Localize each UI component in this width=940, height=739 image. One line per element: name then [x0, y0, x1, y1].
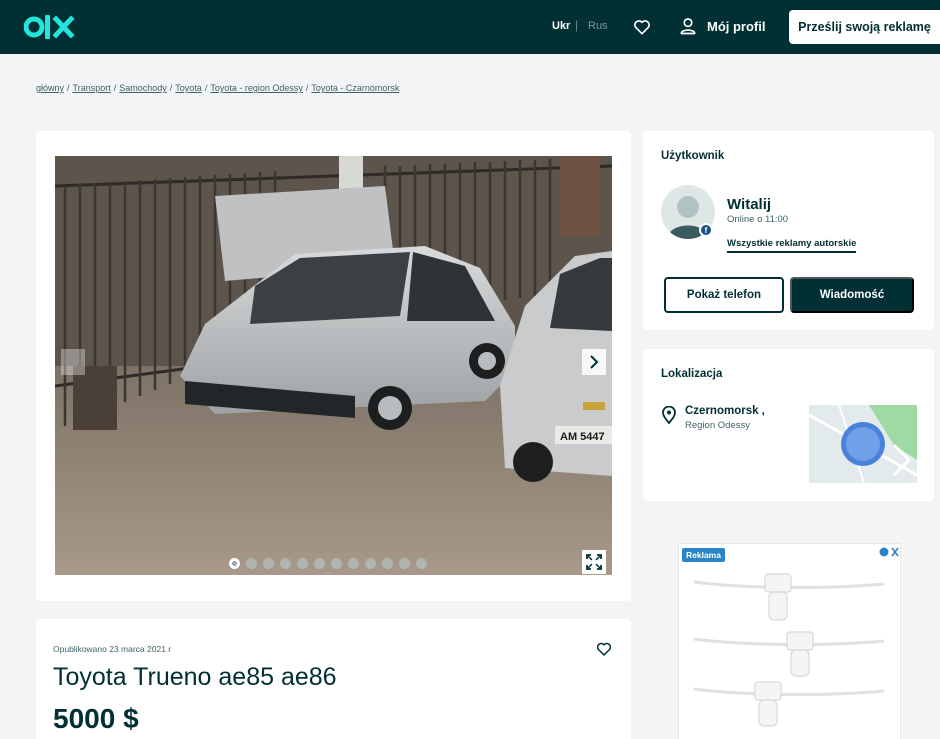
car-photo-illustration: AM 5447: [55, 156, 612, 575]
location-city: Czernomorsk ,: [685, 405, 765, 417]
top-header: Ukr | Rus Mój profil Prześlij swoją rekl…: [0, 0, 940, 54]
all-user-ads-link[interactable]: Wszystkie reklamy autorskie: [727, 238, 857, 253]
breadcrumb: główny / Transport / Samochody / Toyota / Toyota…: [36, 83, 400, 93]
fullscreen-icon: [586, 554, 602, 570]
listing-title: Toyota Trueno ae85 ae86: [53, 663, 337, 691]
gallery-prev-button[interactable]: [61, 349, 85, 375]
message-button[interactable]: Wiadomość: [790, 277, 914, 313]
lang-separator: |: [575, 18, 579, 32]
listing-price: 5000 $: [53, 703, 139, 734]
location-pin-icon: [662, 406, 676, 424]
ad-info-close-icon[interactable]: [879, 546, 899, 558]
olx-logo[interactable]: [24, 12, 80, 42]
breadcrumb-toyota[interactable]: Toyota: [175, 83, 202, 93]
user-section-title: Użytkownik: [661, 150, 725, 162]
gallery-dot[interactable]: [365, 558, 376, 569]
location-region: Region Odessy: [685, 420, 750, 431]
gallery-dot[interactable]: [314, 558, 325, 569]
gallery-dot[interactable]: [263, 558, 274, 569]
fullscreen-button[interactable]: [582, 550, 606, 574]
heart-icon[interactable]: [595, 640, 613, 658]
user-name: Witalij: [727, 196, 772, 213]
breadcrumb-toyota-city[interactable]: Toyota - Czarnomorsk: [311, 83, 399, 93]
gallery-card: AM 5447: [36, 131, 631, 601]
location-section-title: Lokalizacja: [661, 368, 723, 380]
location-map[interactable]: [809, 405, 917, 483]
breadcrumb-transport[interactable]: Transport: [73, 83, 111, 93]
gallery-dot[interactable]: [246, 558, 257, 569]
gallery-dot[interactable]: [382, 558, 393, 569]
post-ad-button[interactable]: Prześlij swoją reklamę: [789, 10, 940, 44]
gallery-dot[interactable]: [297, 558, 308, 569]
license-plate: AM 5447: [560, 431, 605, 443]
gallery-dot[interactable]: [348, 558, 359, 569]
location-card: Lokalizacja Czernomorsk , Region Odessy: [643, 349, 934, 501]
listing-photo[interactable]: AM 5447: [55, 156, 612, 575]
chevron-left-icon: [68, 355, 77, 369]
user-card: Użytkownik f Witalij Online o 11:00 Wszy…: [643, 131, 934, 330]
lang-ukr-link[interactable]: Ukr: [552, 20, 570, 32]
gallery-dot[interactable]: [331, 558, 342, 569]
advert-image: [693, 573, 885, 727]
published-date: Opublikowano 23 marca 2021 r: [53, 644, 172, 654]
gallery-dot[interactable]: [280, 558, 291, 569]
advert-box[interactable]: Reklama: [678, 543, 901, 739]
map-thumbnail: [809, 405, 917, 483]
user-online-status: Online o 11:00: [727, 214, 789, 225]
advert-label: Reklama: [682, 548, 725, 562]
listing-title-card: Opublikowano 23 marca 2021 r Toyota True…: [36, 619, 631, 739]
gallery-dots: [229, 558, 427, 569]
lang-rus-link[interactable]: Rus: [588, 20, 608, 32]
chevron-right-icon: [590, 355, 599, 369]
facebook-icon: f: [699, 223, 713, 237]
gallery-dot[interactable]: [229, 558, 240, 569]
gallery-dot[interactable]: [416, 558, 427, 569]
user-icon[interactable]: [678, 16, 698, 36]
breadcrumb-cars[interactable]: Samochody: [119, 83, 167, 93]
breadcrumb-toyota-region[interactable]: Toyota - region Odessy: [210, 83, 303, 93]
breadcrumb-home[interactable]: główny: [36, 83, 64, 93]
my-profile-link[interactable]: Mój profil: [707, 19, 766, 34]
heart-icon[interactable]: [632, 17, 652, 37]
gallery-next-button[interactable]: [582, 349, 606, 375]
show-phone-button[interactable]: Pokaż telefon: [664, 277, 784, 313]
gallery-dot[interactable]: [399, 558, 410, 569]
